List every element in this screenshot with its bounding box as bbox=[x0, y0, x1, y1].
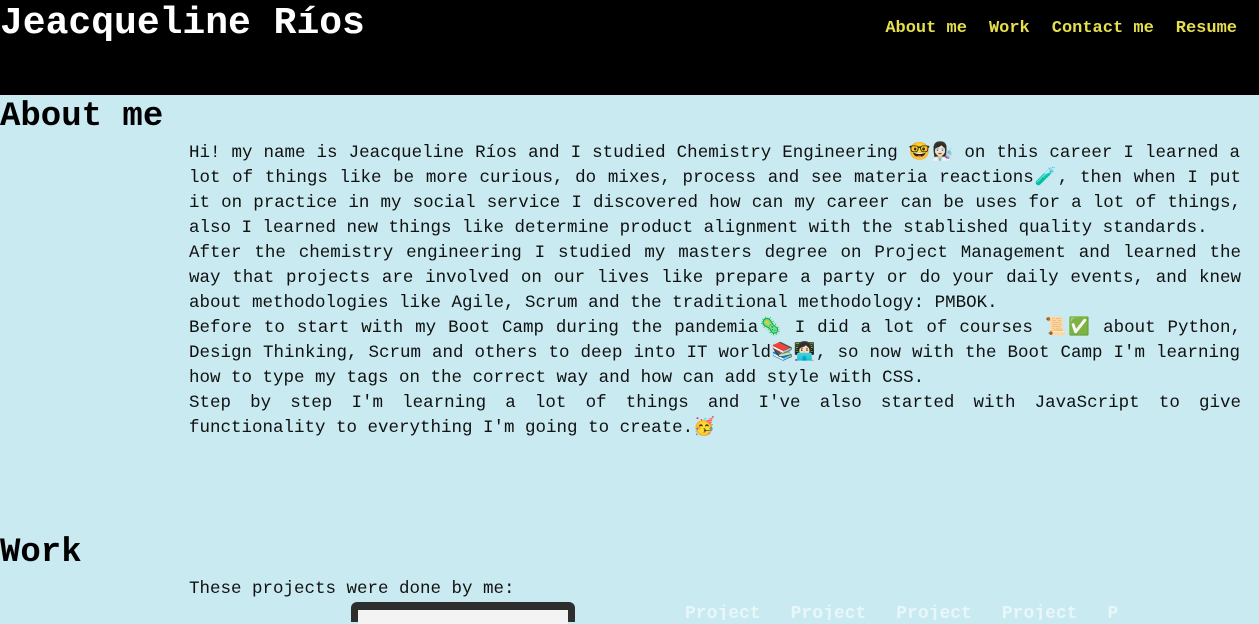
nav-link-resume[interactable]: Resume bbox=[1176, 18, 1237, 40]
project-preview-screen bbox=[358, 610, 568, 624]
nav-link-contact[interactable]: Contact me bbox=[1052, 18, 1154, 40]
site-title: Jeacqueline Ríos bbox=[0, 2, 365, 45]
project-tab-5[interactable]: P bbox=[1108, 600, 1119, 620]
about-section: Hi! my name is Jeacqueline Ríos and I st… bbox=[189, 141, 1241, 441]
project-tab-1[interactable]: Project bbox=[685, 600, 761, 620]
nav-link-work[interactable]: Work bbox=[989, 18, 1030, 40]
about-paragraph-2: After the chemistry engineering I studie… bbox=[189, 243, 1241, 313]
project-tab-4[interactable]: Project bbox=[1002, 600, 1078, 620]
about-paragraph-1: Hi! my name is Jeacqueline Ríos and I st… bbox=[189, 143, 1241, 238]
project-preview-thumbnail[interactable] bbox=[351, 602, 575, 624]
about-paragraph-4: Step by step I'm learning a lot of thing… bbox=[189, 393, 1241, 438]
project-tab-2[interactable]: Project bbox=[791, 600, 867, 620]
project-tab-3[interactable]: Project bbox=[896, 600, 972, 620]
about-paragraph-3: Before to start with my Boot Camp during… bbox=[189, 318, 1241, 388]
project-tabs: Project Project Project Project P bbox=[685, 600, 1213, 620]
work-intro: These projects were done by me: bbox=[189, 579, 515, 599]
work-heading: Work bbox=[0, 534, 82, 572]
about-heading: About me bbox=[0, 98, 164, 136]
nav-link-about[interactable]: About me bbox=[885, 18, 967, 40]
main-nav: About me Work Contact me Resume bbox=[885, 18, 1237, 40]
site-header: Jeacqueline Ríos About me Work Contact m… bbox=[0, 0, 1259, 95]
